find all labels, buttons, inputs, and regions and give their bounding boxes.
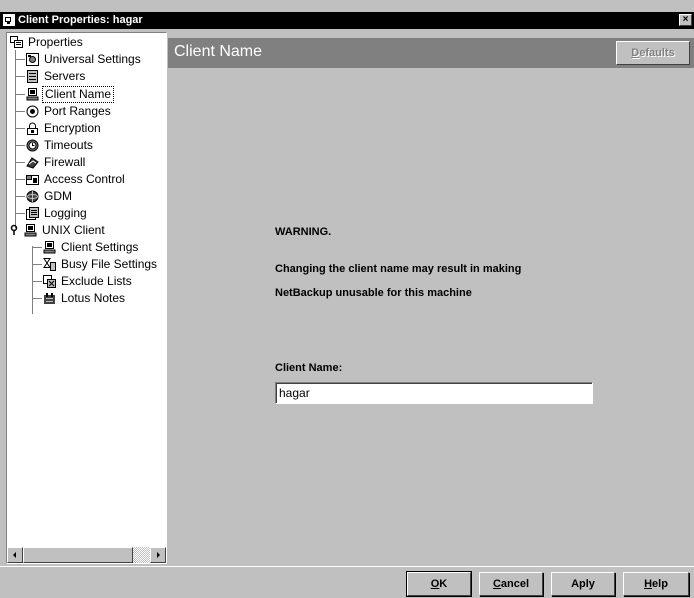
expand-handle-icon[interactable]: [10, 224, 18, 237]
tree-connector: [16, 59, 25, 60]
tree-item-label: Properties: [28, 35, 83, 49]
window-title: Client Properties: hagar: [18, 14, 143, 26]
tree-item-label: Access Control: [44, 172, 125, 186]
tree-connector: [33, 247, 42, 248]
client-name-icon: [26, 88, 39, 101]
firewall-icon: [26, 156, 39, 169]
tree-item-label: UNIX Client: [42, 223, 105, 237]
tree-item-label: Client Settings: [61, 240, 139, 254]
logging-icon: [26, 207, 39, 220]
clock-icon: [26, 139, 39, 152]
client-name-input[interactable]: [275, 382, 593, 404]
scroll-thumb[interactable]: [23, 547, 133, 563]
universal-settings-icon: [26, 53, 39, 66]
title-bar[interactable]: Client Properties: hagar ×: [0, 12, 694, 29]
tree-list: Properties Universal Settings Servers Cl…: [7, 33, 166, 547]
client-settings-icon: [43, 241, 56, 254]
apply-button[interactable]: Aply: [551, 572, 615, 596]
lotus-notes-icon: [43, 292, 56, 305]
tree-horizontal-scrollbar[interactable]: [7, 547, 166, 563]
tree-connector: [16, 128, 25, 129]
tree-connector: [16, 196, 25, 197]
tree-connector: [16, 145, 25, 146]
properties-icon: [10, 36, 23, 49]
tree-item-label: Port Ranges: [44, 104, 111, 118]
client-name-label: Client Name:: [275, 362, 343, 374]
scroll-right-button[interactable]: [150, 547, 166, 563]
tree-connector: [16, 179, 25, 180]
tree-item-label: Logging: [44, 206, 87, 220]
busy-file-icon: [43, 258, 56, 271]
warning-line-1: Changing the client name may result in m…: [275, 263, 522, 275]
warning-line-2: NetBackup unusable for this machine: [275, 287, 472, 299]
client-properties-window: Client Properties: hagar × Properties Un…: [0, 0, 694, 598]
dialog-button-bar: OK Cancel Aply Help: [0, 566, 694, 598]
tree-item-label: Lotus Notes: [61, 291, 126, 305]
tree-item-label: Timeouts: [44, 138, 93, 152]
cancel-label-rest: ancel: [500, 578, 530, 590]
tree-item-label: Exclude Lists: [61, 274, 132, 288]
defaults-button[interactable]: Defaults: [616, 41, 690, 65]
help-mnemonic: H: [644, 578, 653, 590]
arrow-right-icon: [157, 552, 160, 558]
arrow-left-icon: [13, 552, 16, 558]
client-name-panel: Client Name Defaults WARNING. Changing t…: [168, 32, 694, 564]
cancel-mnemonic: C: [492, 578, 501, 590]
tree-connector: [16, 94, 25, 95]
help-label-rest: elp: [652, 578, 668, 590]
ok-mnemonic: O: [430, 578, 440, 590]
tree-item-label: Universal Settings: [44, 52, 141, 66]
scroll-left-button[interactable]: [7, 547, 23, 563]
ok-label-rest: K: [439, 578, 448, 590]
properties-tree[interactable]: Properties Universal Settings Servers Cl…: [6, 32, 167, 564]
unix-client-icon: [24, 224, 37, 237]
servers-icon: [26, 70, 39, 83]
access-control-icon: [26, 173, 39, 186]
apply-label-post: ly: [585, 578, 595, 590]
app-icon: [3, 14, 15, 26]
warning-title: WARNING.: [275, 226, 332, 238]
close-icon[interactable]: ×: [679, 14, 692, 26]
tree-connector: [16, 213, 25, 214]
tree-item-label: Encryption: [44, 121, 101, 135]
gdm-icon: [26, 190, 39, 203]
lock-icon: [26, 122, 39, 135]
tree-connector: [16, 162, 25, 163]
tree-item-label: Servers: [44, 69, 86, 83]
tree-item-label: Client Name: [42, 86, 115, 103]
panel-header: Client Name Defaults: [168, 38, 694, 68]
tree-connector: [33, 281, 42, 282]
panel-title: Client Name: [174, 43, 263, 60]
panel-body: WARNING. Changing the client name may re…: [168, 70, 694, 564]
cancel-button[interactable]: Cancel: [479, 572, 543, 596]
tree-item-label: Busy File Settings: [61, 257, 158, 271]
exclude-lists-icon: [43, 275, 56, 288]
tree-connector: [16, 111, 25, 112]
port-ranges-icon: [26, 105, 39, 118]
help-button[interactable]: Help: [623, 572, 689, 596]
tree-connector: [33, 298, 42, 299]
tree-item-label: GDM: [44, 189, 72, 203]
tree-item-label: Firewall: [44, 155, 86, 169]
tree-connector: [33, 264, 42, 265]
ok-button[interactable]: OK: [406, 571, 472, 597]
defaults-label-rest: efaults: [639, 47, 675, 59]
tree-connector: [32, 246, 33, 314]
apply-label-pre: Ap: [571, 578, 586, 590]
tree-connector: [16, 76, 25, 77]
